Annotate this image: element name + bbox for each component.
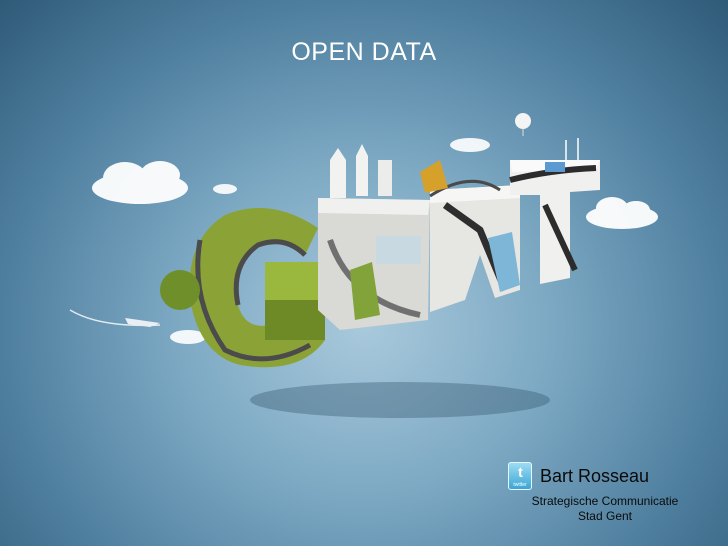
letter-e	[318, 144, 430, 330]
gent-city-illustration	[69, 113, 658, 418]
cloud-left	[92, 161, 188, 204]
letter-n	[420, 160, 520, 312]
twitter-icon[interactable]: t twitter	[508, 462, 532, 490]
letter-t	[509, 138, 600, 284]
slide-title: OPEN DATA	[291, 38, 437, 66]
cloud-right	[586, 197, 658, 229]
author-affiliation: Strategische Communicatie Stad Gent	[510, 494, 700, 524]
hot-air-balloon	[515, 113, 531, 129]
twitter-icon-label: twitter	[513, 482, 527, 488]
slide: OPEN DATA t twitter Bart Rosseau Strateg…	[0, 0, 728, 546]
author-organization: Stad Gent	[577, 509, 633, 523]
author-role: Strategische Communicatie	[531, 494, 679, 508]
twitter-bird-icon: t	[518, 464, 523, 480]
floor-shadow	[250, 382, 550, 418]
author-name: Bart Rosseau	[540, 466, 650, 486]
